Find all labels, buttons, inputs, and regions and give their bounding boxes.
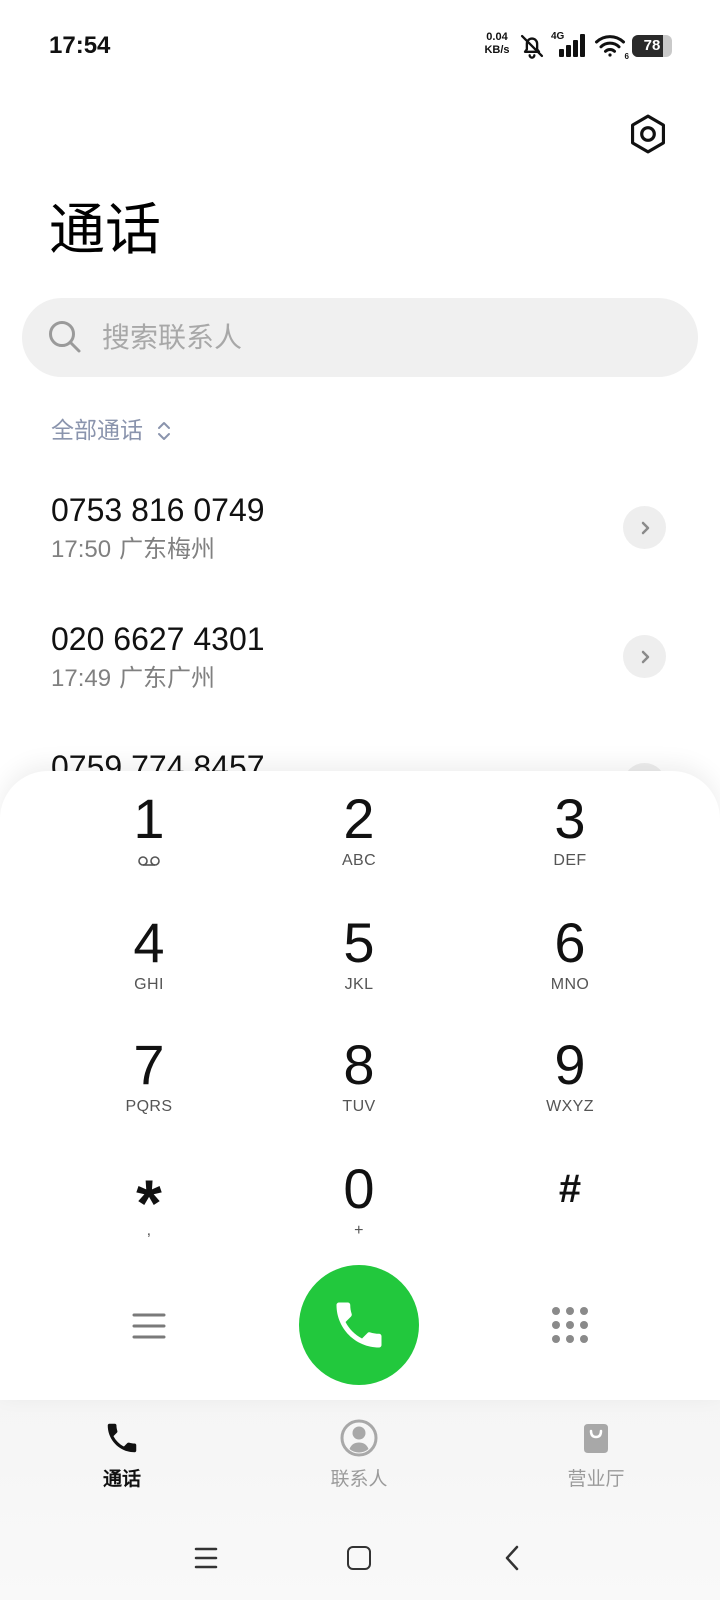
keypad-dots-icon: [552, 1307, 588, 1343]
call-meta: 17:50 广东梅州: [51, 534, 215, 565]
call-location: 广东广州: [119, 664, 216, 692]
call-location: 广东梅州: [119, 535, 216, 563]
network-type: 4G: [551, 31, 565, 42]
chevron-right-icon: [641, 650, 649, 663]
call-log-item[interactable]: 0753 816 0749 17:50 广东梅州: [0, 490, 720, 586]
dialpad-key-3[interactable]: 3 DEF: [470, 789, 670, 877]
key-digit: *: [136, 1166, 162, 1240]
chevron-up-down-icon: [158, 422, 170, 440]
recents-button[interactable]: [194, 1547, 218, 1569]
settings-hexagon-icon: [630, 114, 666, 154]
key-digit: 7: [133, 1033, 165, 1096]
key-digit: 4: [133, 911, 165, 974]
phone-icon: [107, 1423, 137, 1453]
shopping-bag-icon: [584, 1424, 608, 1453]
call-time: 17:50: [51, 536, 112, 563]
bottom-navigation: 通话 联系人 营业厅: [0, 1400, 720, 1600]
dialpad-key-0[interactable]: 0 +: [259, 1159, 459, 1247]
tab-label: 联系人: [330, 1468, 388, 1490]
dialpad-key-9[interactable]: 9 WXYZ: [470, 1035, 670, 1123]
contact-icon: [340, 1419, 378, 1457]
tab-calls[interactable]: 通话: [42, 1416, 202, 1492]
call-filter-dropdown[interactable]: 全部通话: [51, 417, 173, 445]
voicemail-icon: [138, 856, 160, 866]
bell-muted-icon: [518, 32, 546, 60]
call-number: 020 6627 4301: [51, 621, 265, 657]
status-time: 17:54: [49, 32, 111, 59]
hide-keypad-button[interactable]: [552, 1307, 588, 1343]
network-speed-value: 0.04: [486, 31, 508, 43]
wifi-icon: 6: [594, 34, 629, 61]
recents-menu-icon: [194, 1547, 218, 1569]
dialpad-key-star[interactable]: * ,: [49, 1159, 249, 1247]
call-button[interactable]: [299, 1265, 419, 1385]
key-digit: 3: [554, 787, 586, 850]
key-digit: 8: [343, 1033, 375, 1096]
key-digit: 5: [343, 911, 375, 974]
tab-label: 通话: [102, 1468, 141, 1490]
call-details-button[interactable]: [623, 506, 666, 549]
dialpad-menu-button[interactable]: [132, 1312, 166, 1340]
call-time: 17:49: [51, 665, 112, 692]
dialpad-key-6[interactable]: 6 MNO: [470, 913, 670, 1001]
key-letters: ABC: [341, 852, 377, 869]
settings-button[interactable]: [627, 113, 669, 155]
back-button[interactable]: [503, 1544, 521, 1572]
key-digit: 6: [554, 911, 586, 974]
dialpad-panel: 1 2 ABC 3 DEF 4 GHI 5 JKL 6 MNO 7 PQRS 8…: [0, 771, 720, 1400]
key-letters: MNO: [550, 976, 590, 993]
key-letters: +: [354, 1222, 364, 1239]
signal-icon: 4G: [551, 31, 589, 57]
call-details-button[interactable]: [623, 635, 666, 678]
key-letters: TUV: [342, 1098, 376, 1115]
phone-icon: [336, 1302, 382, 1348]
call-filter-label: 全部通话: [51, 418, 143, 444]
tab-contacts[interactable]: 联系人: [279, 1416, 439, 1492]
key-digit: 2: [343, 787, 375, 850]
call-meta: 17:49 广东广州: [51, 663, 215, 694]
tab-service-hall[interactable]: 营业厅: [516, 1416, 676, 1492]
key-digit: 0: [343, 1157, 375, 1220]
dialpad-key-5[interactable]: 5 JKL: [259, 913, 459, 1001]
call-number: 0753 816 0749: [51, 492, 265, 528]
call-log-item[interactable]: 020 6627 4301 17:49 广东广州: [0, 619, 720, 715]
search-input[interactable]: [102, 298, 672, 377]
dialpad-key-4[interactable]: 4 GHI: [49, 913, 249, 1001]
battery-level: 78: [643, 37, 661, 54]
key-letters: [49, 855, 249, 879]
key-letters: PQRS: [125, 1098, 173, 1115]
home-square-icon[interactable]: [347, 1546, 371, 1570]
key-letters: DEF: [553, 852, 587, 869]
search-icon: [49, 321, 81, 353]
key-digit: 1: [133, 787, 165, 850]
back-chevron-icon: [505, 1545, 519, 1571]
page-title: 通话: [49, 198, 161, 263]
tab-label: 营业厅: [567, 1468, 625, 1490]
key-letters: WXYZ: [546, 1098, 594, 1115]
network-speed-unit: KB/s: [484, 44, 510, 56]
key-letters: JKL: [344, 976, 374, 993]
key-digit: 9: [554, 1033, 586, 1096]
dialpad-key-8[interactable]: 8 TUV: [259, 1035, 459, 1123]
network-speed: 0.04 KB/s: [480, 31, 514, 57]
dialpad-key-1[interactable]: 1: [49, 789, 249, 877]
dialpad-key-7[interactable]: 7 PQRS: [49, 1035, 249, 1123]
wifi-standard: 6: [624, 52, 629, 61]
key-letters: GHI: [134, 976, 164, 993]
menu-icon: [132, 1313, 166, 1339]
dialpad-key-hash[interactable]: #: [470, 1159, 670, 1247]
key-digit: #: [558, 1167, 582, 1211]
chevron-right-icon: [641, 521, 649, 534]
battery-icon: 78: [632, 35, 672, 57]
search-bar[interactable]: [22, 298, 698, 377]
dialpad-key-2[interactable]: 2 ABC: [259, 789, 459, 877]
